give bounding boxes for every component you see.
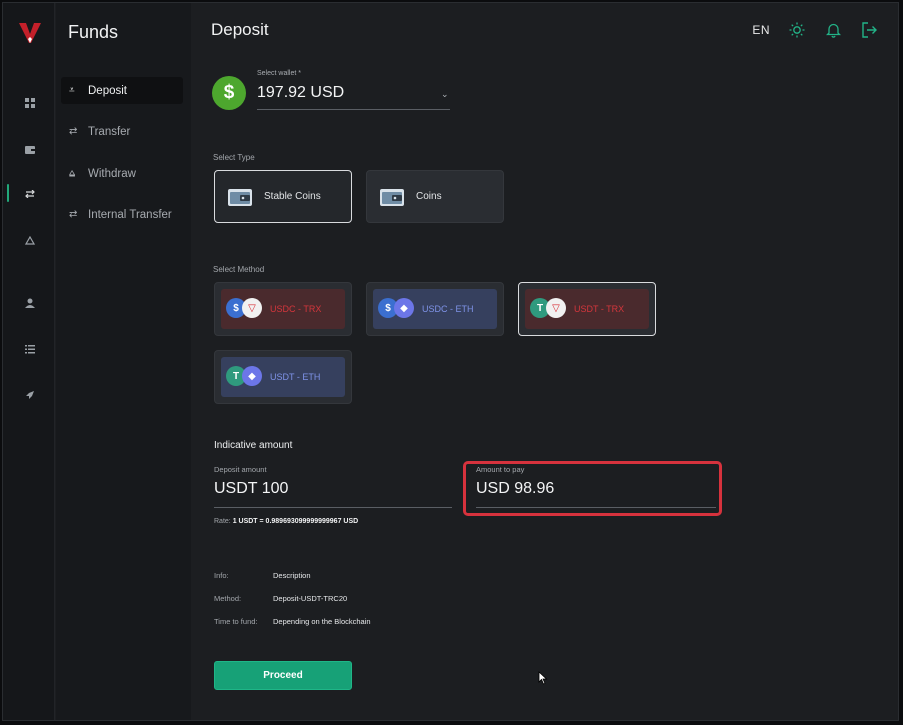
sidebar-item-transfer[interactable]: ⇄ Transfer bbox=[61, 118, 183, 145]
top-bar: EN bbox=[752, 21, 878, 39]
transfer-icon: ⇄ bbox=[69, 209, 78, 220]
rail-active-indicator bbox=[7, 184, 9, 202]
coin-pair: $ ▽ bbox=[226, 298, 266, 320]
brand-logo[interactable] bbox=[18, 21, 42, 45]
dashboard-icon[interactable] bbox=[23, 96, 37, 110]
exchange-rate: Rate: 1 USDT = 0.989693099999999967 USD bbox=[214, 518, 358, 525]
method-option-body: T ▽ USDT - TRX bbox=[525, 289, 649, 329]
recycle-icon[interactable] bbox=[23, 234, 37, 248]
select-method-label: Select Method bbox=[213, 265, 265, 274]
deposit-amount-underline bbox=[214, 507, 452, 508]
ethereum-icon: ◆ bbox=[394, 298, 414, 318]
page-title: Deposit bbox=[211, 20, 269, 39]
annotation-highlight-box bbox=[463, 461, 722, 516]
user-icon[interactable] bbox=[23, 296, 37, 310]
main-content: Deposit EN $ Select wallet * 197.92 USD … bbox=[191, 3, 898, 720]
type-option-label: Stable Coins bbox=[264, 191, 321, 202]
method-option-usdt-eth[interactable]: T ◆ USDT - ETH bbox=[214, 350, 352, 404]
rocket-icon[interactable] bbox=[23, 388, 37, 402]
sun-icon[interactable] bbox=[788, 21, 806, 39]
sidebar-item-label: Deposit bbox=[88, 84, 127, 97]
method-option-body: $ ◆ USDC - ETH bbox=[373, 289, 497, 329]
ethereum-icon: ◆ bbox=[242, 366, 262, 386]
select-type-label: Select Type bbox=[213, 153, 255, 162]
method-option-label: USDT - TRX bbox=[574, 304, 625, 314]
type-option-label: Coins bbox=[416, 191, 442, 202]
wallet-icon bbox=[228, 188, 252, 206]
icon-rail bbox=[3, 3, 55, 720]
proceed-button[interactable]: Proceed bbox=[214, 661, 352, 690]
method-option-body: $ ▽ USDC - TRX bbox=[221, 289, 345, 329]
bell-icon[interactable] bbox=[824, 21, 842, 39]
info-value: Description bbox=[273, 571, 311, 580]
sidebar-item-label: Transfer bbox=[88, 125, 131, 138]
deposit-amount-label: Deposit amount bbox=[214, 465, 267, 474]
language-selector[interactable]: EN bbox=[752, 23, 770, 37]
sidebar-item-label: Withdraw bbox=[88, 167, 136, 180]
sidebar-item-withdraw[interactable]: ⩠ Withdraw bbox=[61, 160, 183, 187]
wallet-icon[interactable] bbox=[23, 142, 37, 156]
withdraw-icon: ⩠ bbox=[69, 168, 76, 179]
type-option-coins[interactable]: Coins bbox=[366, 170, 504, 223]
funds-sidebar: Funds ⩡ Deposit ⇄ Transfer ⩠ Withdraw ⇄ … bbox=[56, 3, 191, 720]
deposit-amount-field[interactable]: USDT 100 bbox=[214, 480, 288, 498]
list-icon[interactable] bbox=[23, 342, 37, 356]
usd-coin-icon: $ bbox=[212, 76, 246, 110]
sidebar-item-internal-transfer[interactable]: ⇄ Internal Transfer bbox=[61, 201, 183, 228]
method-option-label: USDT - ETH bbox=[270, 372, 321, 382]
method-key: Method: bbox=[214, 594, 242, 603]
coin-pair: T ▽ bbox=[530, 298, 570, 320]
wallet-icon bbox=[380, 188, 404, 206]
chevron-down-icon[interactable]: ⌄ bbox=[441, 89, 449, 100]
rate-value: 1 USDT = 0.989693099999999967 USD bbox=[232, 518, 359, 525]
transfer-icon: ⇄ bbox=[69, 126, 78, 137]
time-to-fund-key: Time to fund: bbox=[214, 617, 258, 626]
method-option-usdc-eth[interactable]: $ ◆ USDC - ETH bbox=[366, 282, 504, 336]
method-value: Deposit-USDT-TRC20 bbox=[273, 594, 348, 603]
method-option-body: T ◆ USDT - ETH bbox=[221, 357, 345, 397]
coin-pair: T ◆ bbox=[226, 366, 266, 388]
logout-icon[interactable] bbox=[860, 21, 878, 39]
funds-icon[interactable] bbox=[23, 187, 37, 201]
method-option-usdc-trx[interactable]: $ ▽ USDC - TRX bbox=[214, 282, 352, 336]
type-option-stable-coins[interactable]: Stable Coins bbox=[214, 170, 352, 223]
method-option-usdt-trx[interactable]: T ▽ USDT - TRX bbox=[518, 282, 656, 336]
indicative-amount-title: Indicative amount bbox=[214, 440, 293, 451]
sidebar-item-deposit[interactable]: ⩡ Deposit bbox=[61, 77, 183, 104]
rate-label: Rate: bbox=[214, 518, 231, 525]
app-window: Funds ⩡ Deposit ⇄ Transfer ⩠ Withdraw ⇄ … bbox=[2, 2, 899, 721]
wallet-select[interactable]: 197.92 USD bbox=[257, 84, 344, 102]
method-option-label: USDC - TRX bbox=[270, 304, 322, 314]
info-key: Info: bbox=[214, 571, 229, 580]
wallet-select-label: Select wallet * bbox=[257, 70, 301, 77]
deposit-icon: ⩡ bbox=[69, 85, 75, 96]
mouse-cursor-icon bbox=[538, 671, 548, 685]
time-to-fund-value: Depending on the Blockchain bbox=[273, 617, 371, 626]
method-option-label: USDC - ETH bbox=[422, 304, 474, 314]
tron-icon: ▽ bbox=[242, 298, 262, 318]
tron-icon: ▽ bbox=[546, 298, 566, 318]
coin-pair: $ ◆ bbox=[378, 298, 418, 320]
sidebar-item-label: Internal Transfer bbox=[88, 208, 172, 221]
wallet-select-underline bbox=[257, 109, 450, 110]
sidebar-title: Funds bbox=[68, 22, 119, 42]
